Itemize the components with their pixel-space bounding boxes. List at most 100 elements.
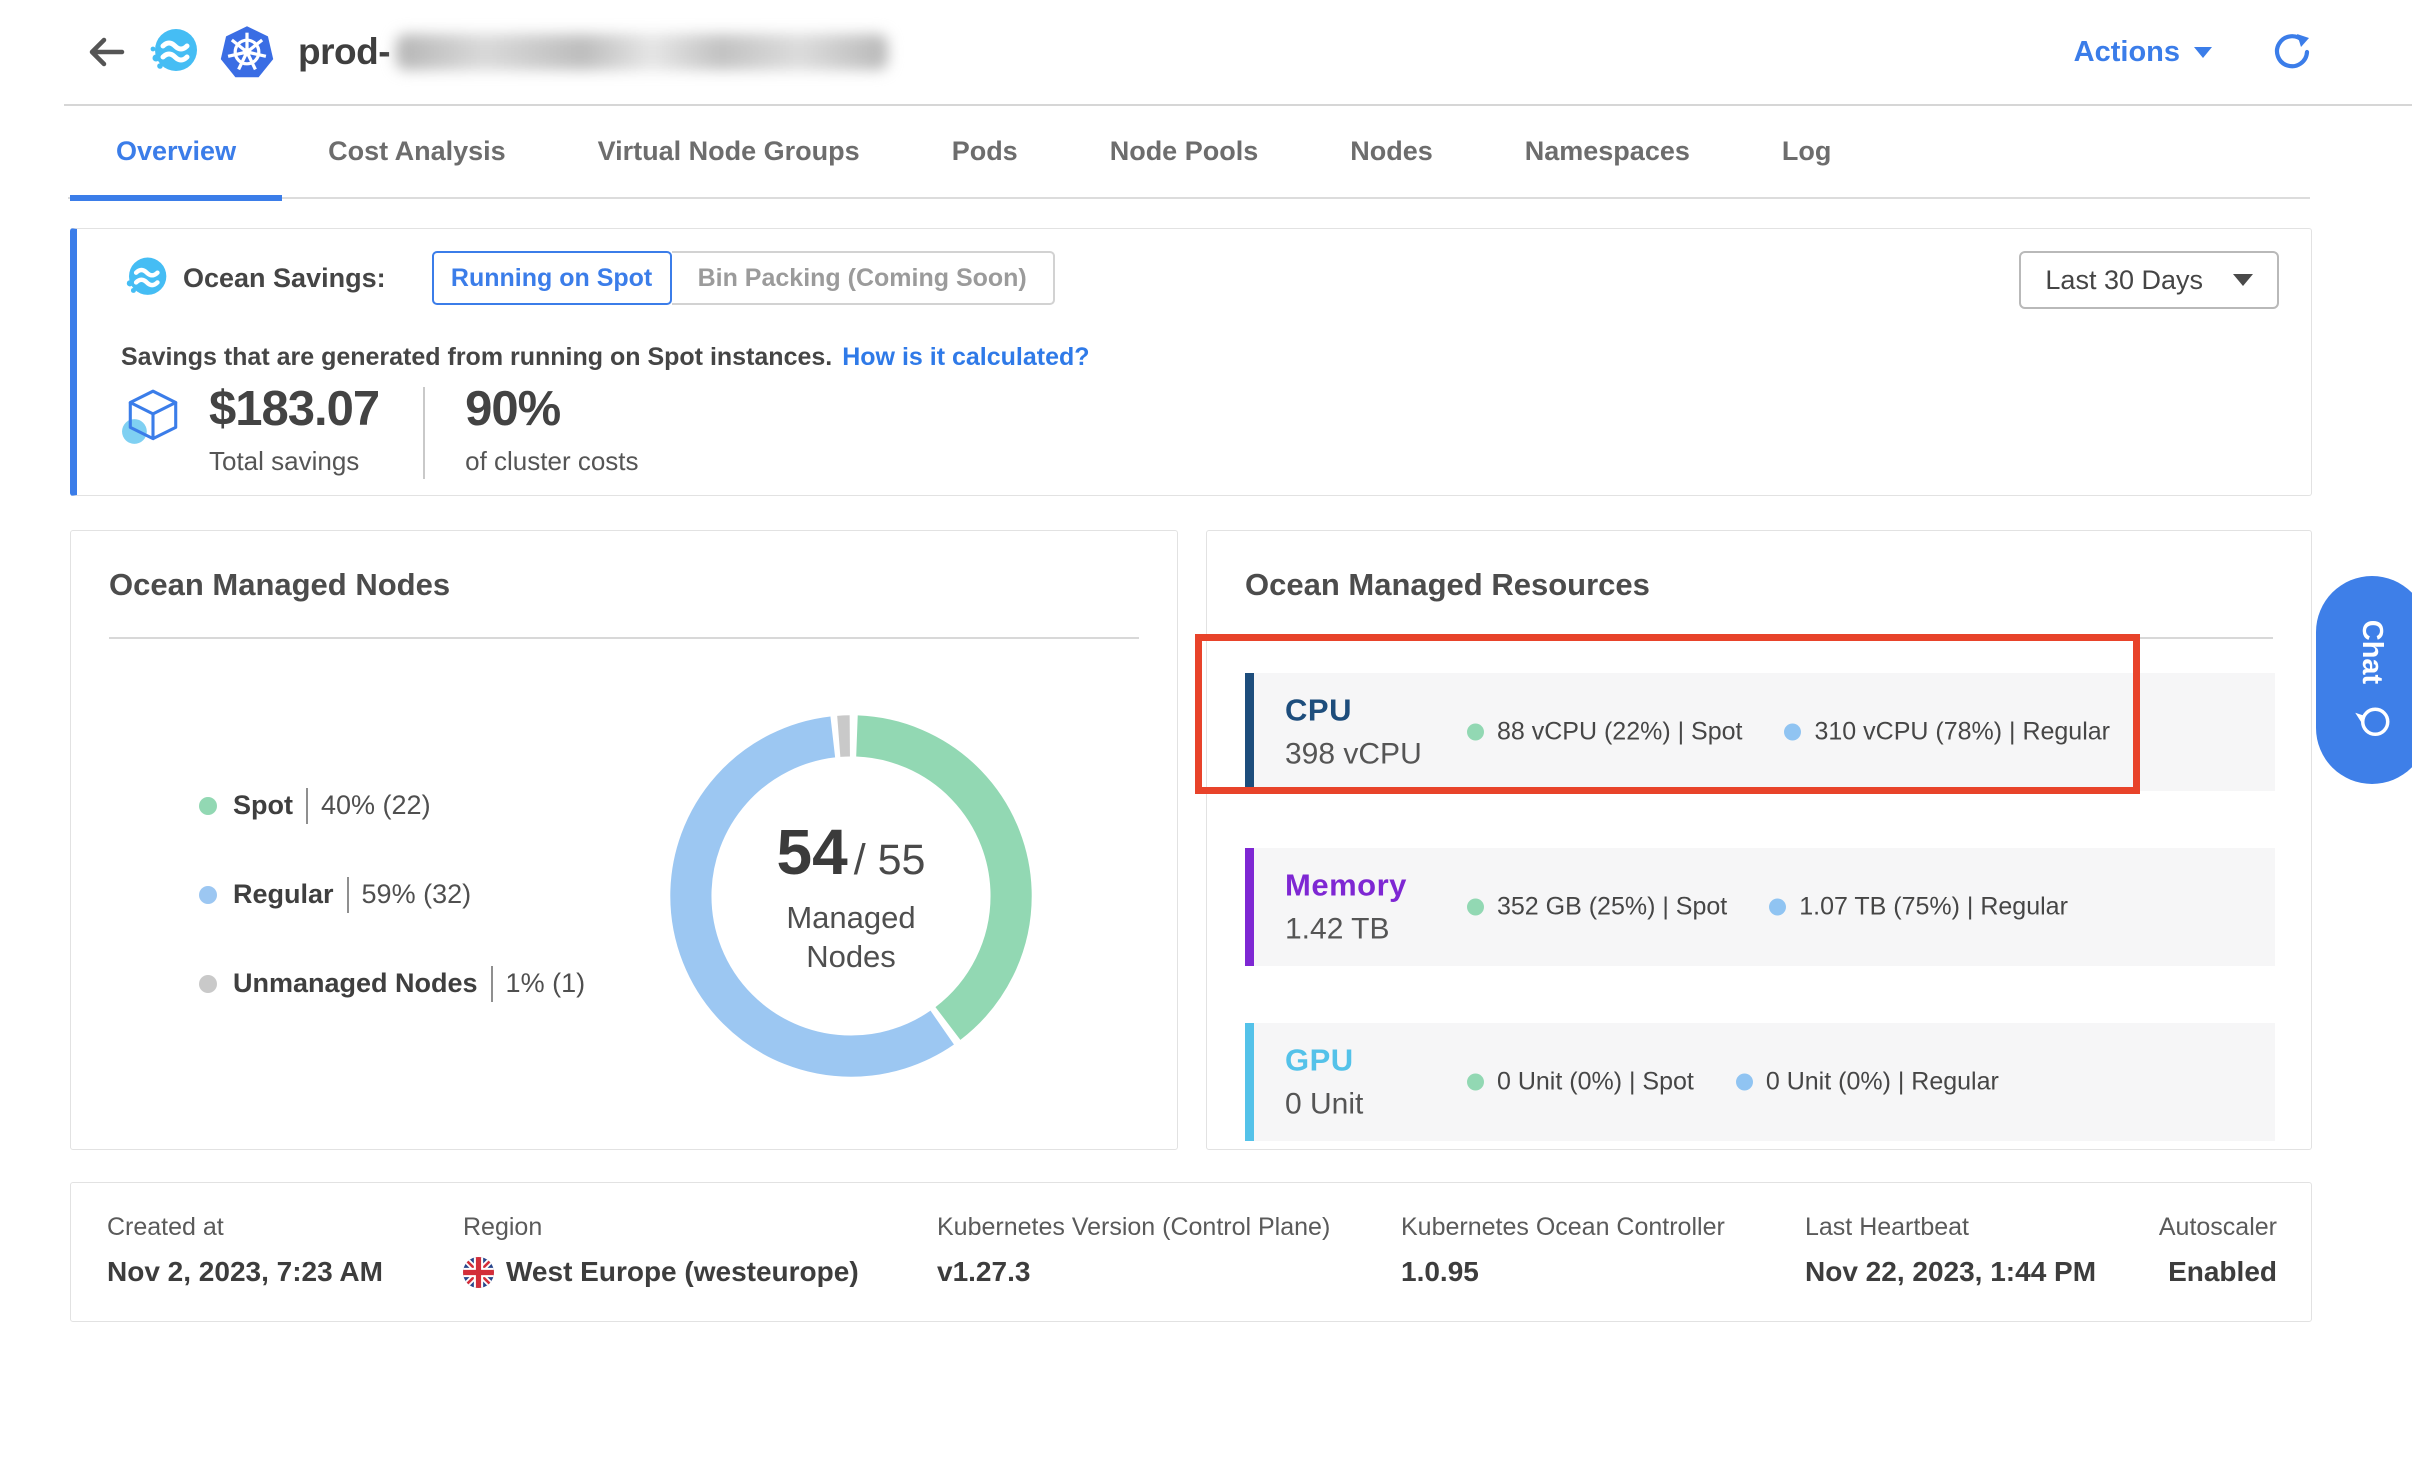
legend-item-spot: Spot 40% (22) (199, 787, 585, 824)
tab-node-pools[interactable]: Node Pools (1064, 104, 1305, 199)
total-savings-label: Total savings (209, 446, 379, 477)
ocean-savings-icon (121, 254, 169, 302)
actions-dropdown-button[interactable]: Actions (2074, 36, 2212, 69)
k8s-version-column: Kubernetes Version (Control Plane) v1.27… (937, 1213, 1330, 1288)
regular-dot-icon (1784, 724, 1801, 741)
tab-pods[interactable]: Pods (906, 104, 1064, 199)
cpu-regular-stat: 310 vCPU (78%) | Regular (1784, 718, 2110, 747)
back-arrow-icon (84, 30, 128, 74)
panel-divider (1245, 637, 2273, 639)
tab-namespaces[interactable]: Namespaces (1479, 104, 1736, 199)
panel-divider (109, 637, 1139, 639)
tab-log[interactable]: Log (1736, 104, 1877, 199)
donut-label: Managed Nodes (771, 899, 931, 977)
bin-packing-toggle[interactable]: Bin Packing (Coming Soon) (672, 251, 1055, 305)
gpu-spot-stat: 0 Unit (0%) | Spot (1467, 1068, 1694, 1097)
managed-count: 54 (777, 815, 848, 889)
ocean-savings-label: Ocean Savings: (183, 263, 386, 294)
donut-center-text: 54 / 55 Managed Nodes (668, 713, 1034, 1079)
cluster-name-prefix: prod- (298, 31, 390, 73)
memory-spot-stat: 352 GB (25%) | Spot (1467, 893, 1727, 922)
ocean-savings-header: Ocean Savings: Running on Spot Bin Packi… (121, 251, 1055, 305)
gpu-accent-bar (1245, 1023, 1254, 1141)
cluster-cost-label: of cluster costs (465, 446, 638, 477)
ocean-managed-nodes-panel: Ocean Managed Nodes Spot 40% (22) Regula… (70, 530, 1178, 1150)
memory-regular-stat: 1.07 TB (75%) | Regular (1769, 893, 2068, 922)
tab-virtual-node-groups[interactable]: Virtual Node Groups (552, 104, 906, 199)
savings-description: Savings that are generated from running … (121, 343, 1090, 372)
region-flag-icon (463, 1257, 494, 1288)
total-savings-value: $183.07 (209, 385, 379, 434)
redacted-cluster-name (396, 34, 888, 70)
ocean-controller-column: Kubernetes Ocean Controller 1.0.95 (1401, 1213, 1725, 1288)
nodes-legend: Spot 40% (22) Regular 59% (32) Unmanaged… (199, 787, 585, 1002)
managed-resources-title: Ocean Managed Resources (1245, 567, 1650, 603)
cpu-spot-stat: 88 vCPU (22%) | Spot (1467, 718, 1742, 747)
spot-dot-icon (199, 797, 217, 815)
savings-cube-icon (121, 385, 185, 449)
chat-label: Chat (2356, 620, 2389, 684)
memory-label: Memory (1285, 868, 1407, 904)
cluster-info-bar: Created at Nov 2, 2023, 7:23 AM Region W… (70, 1182, 2312, 1322)
kubernetes-logo-icon (218, 23, 276, 81)
how-calculated-link[interactable]: How is it calculated? (842, 343, 1089, 371)
cpu-label: CPU (1285, 693, 1422, 729)
tab-cost-analysis[interactable]: Cost Analysis (282, 104, 552, 199)
period-dropdown-value: Last 30 Days (2045, 265, 2203, 296)
cpu-accent-bar (1245, 673, 1254, 791)
savings-divider (423, 387, 425, 479)
ocean-managed-resources-panel: Ocean Managed Resources CPU 398 vCPU 88 … (1206, 530, 2312, 1150)
spot-dot-icon (1467, 899, 1484, 916)
savings-mode-toggle: Running on Spot Bin Packing (Coming Soon… (432, 251, 1055, 305)
ocean-cluster-overview-page: prod- Actions Overview Cost Analysis Vir… (0, 0, 2412, 1478)
ocean-savings-card: Ocean Savings: Running on Spot Bin Packi… (70, 228, 2312, 496)
tab-bar: Overview Cost Analysis Virtual Node Grou… (70, 104, 2412, 199)
regular-dot-icon (199, 886, 217, 904)
chat-button[interactable]: Chat (2316, 576, 2412, 784)
chevron-down-icon (2194, 47, 2212, 58)
spot-dot-icon (1467, 1074, 1484, 1091)
chat-bubble-icon (2353, 704, 2391, 740)
header: prod- Actions (0, 0, 2412, 104)
gpu-regular-stat: 0 Unit (0%) | Regular (1736, 1068, 1999, 1097)
regular-dot-icon (1736, 1074, 1753, 1091)
actions-label: Actions (2074, 36, 2180, 69)
resource-rows: CPU 398 vCPU 88 vCPU (22%) | Spot 310 vC… (1245, 673, 2275, 1141)
cluster-cost-percent: 90% (465, 385, 638, 434)
page-title: prod- (298, 31, 888, 73)
total-savings-block: $183.07 Total savings (209, 385, 379, 477)
ocean-logo-icon (146, 25, 200, 79)
region-column: Region West Europe (westeurope) (463, 1213, 859, 1288)
header-actions: Actions (2074, 0, 2312, 104)
managed-nodes-title: Ocean Managed Nodes (109, 567, 450, 603)
memory-accent-bar (1245, 848, 1254, 966)
gpu-resource-row: GPU 0 Unit 0 Unit (0%) | Spot 0 Unit (0%… (1245, 1023, 2275, 1141)
memory-total: 1.42 TB (1285, 913, 1407, 947)
legend-item-unmanaged: Unmanaged Nodes 1% (1) (199, 965, 585, 1002)
tab-overview[interactable]: Overview (70, 104, 282, 199)
cpu-total: 398 vCPU (1285, 738, 1422, 772)
memory-resource-row: Memory 1.42 TB 352 GB (25%) | Spot 1.07 … (1245, 848, 2275, 966)
created-at-column: Created at Nov 2, 2023, 7:23 AM (107, 1213, 383, 1288)
running-on-spot-toggle[interactable]: Running on Spot (432, 251, 672, 305)
managed-nodes-donut-chart: 54 / 55 Managed Nodes (668, 713, 1034, 1079)
refresh-icon (2270, 31, 2312, 73)
tab-nodes[interactable]: Nodes (1304, 104, 1479, 199)
gpu-label: GPU (1285, 1043, 1363, 1079)
back-button[interactable] (84, 30, 128, 74)
gpu-total: 0 Unit (1285, 1088, 1363, 1122)
autoscaler-status-badge: Enabled (2159, 1256, 2277, 1288)
refresh-button[interactable] (2270, 31, 2312, 73)
cluster-cost-block: 90% of cluster costs (465, 385, 638, 477)
regular-dot-icon (1769, 899, 1786, 916)
last-heartbeat-column: Last Heartbeat Nov 22, 2023, 1:44 PM (1805, 1213, 2096, 1288)
spot-dot-icon (1467, 724, 1484, 741)
unmanaged-dot-icon (199, 975, 217, 993)
autoscaler-column: Autoscaler Enabled (2159, 1213, 2277, 1288)
total-count: / 55 (854, 836, 926, 885)
chevron-down-icon (2233, 274, 2253, 286)
cpu-resource-row: CPU 398 vCPU 88 vCPU (22%) | Spot 310 vC… (1245, 673, 2275, 791)
period-dropdown[interactable]: Last 30 Days (2019, 251, 2279, 309)
savings-summary: $183.07 Total savings 90% of cluster cos… (121, 385, 639, 479)
legend-item-regular: Regular 59% (32) (199, 876, 585, 913)
